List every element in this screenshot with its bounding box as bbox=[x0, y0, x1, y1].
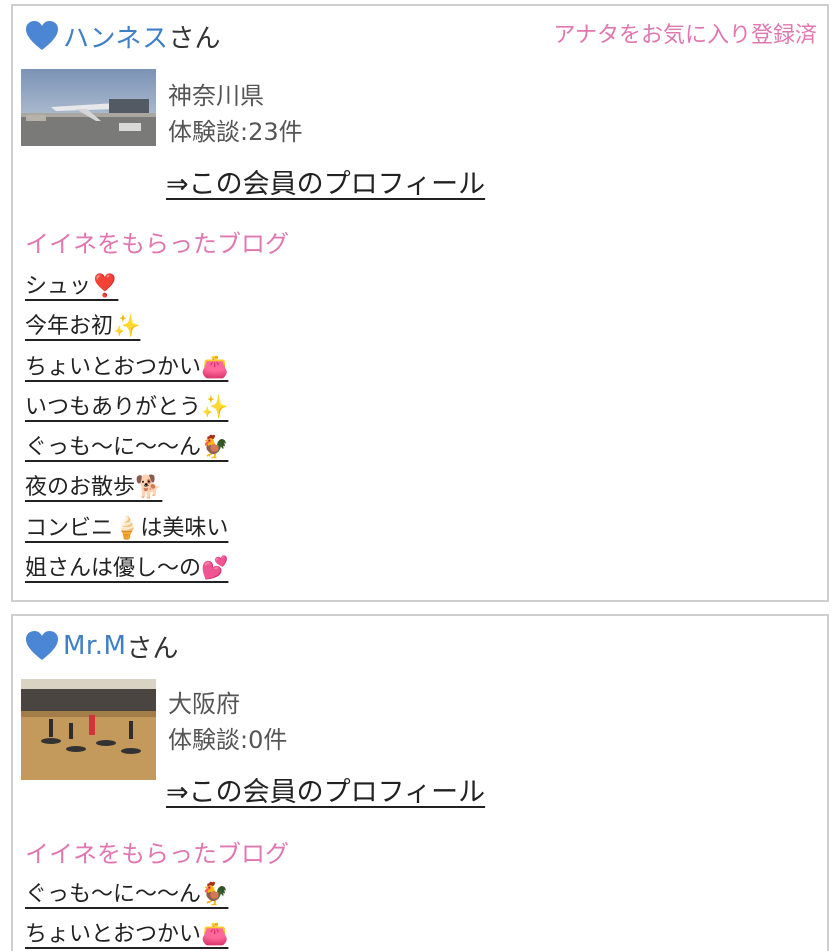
profile-link[interactable]: ⇒この会員のプロフィール bbox=[166, 162, 485, 201]
favorite-status: アナタをお気に入り登録済 bbox=[553, 23, 817, 48]
avatar[interactable] bbox=[21, 69, 156, 146]
member-name[interactable]: ハンネス bbox=[63, 18, 168, 55]
heart-icon bbox=[25, 630, 59, 662]
member-name-row: Mr.M さん bbox=[25, 626, 178, 666]
list-item: ぐっも〜に〜〜ん🐓 bbox=[25, 429, 228, 469]
blog-link[interactable]: いつもありがとう✨ bbox=[25, 395, 228, 420]
list-item: ぐっも〜に〜〜ん🐓 bbox=[25, 876, 228, 916]
list-item: 今年お初✨ bbox=[25, 308, 228, 348]
list-item: ちょいとおつかい👛 bbox=[25, 349, 228, 389]
experience-count: 体験談:0件 bbox=[168, 726, 288, 754]
member-name-row: ハンネス さん bbox=[25, 16, 221, 56]
blog-link[interactable]: コンビニ🍦は美味い bbox=[25, 516, 228, 541]
heart-icon bbox=[25, 20, 59, 52]
blog-list: ぐっも〜に〜〜ん🐓 ちょいとおつかい👛 bbox=[25, 876, 228, 951]
experience-count: 体験談:23件 bbox=[168, 118, 303, 146]
prefecture: 大阪府 bbox=[168, 690, 240, 718]
blog-link[interactable]: ちょいとおつかい👛 bbox=[25, 922, 228, 947]
honorific: さん bbox=[126, 633, 179, 664]
airplane-photo-icon bbox=[21, 69, 156, 146]
liked-blogs-title: イイネをもらったブログ bbox=[25, 840, 289, 868]
list-item: コンビニ🍦は美味い bbox=[25, 510, 228, 550]
member-card: ハンネス さん アナタをお気に入り登録済 神奈川県 体験談:23件 ⇒この会員の… bbox=[11, 4, 829, 602]
list-item: 姐さんは優し〜の💕 bbox=[25, 550, 228, 590]
blog-link[interactable]: ちょいとおつかい👛 bbox=[25, 355, 228, 380]
blog-link[interactable]: シュッ❣️ bbox=[25, 274, 118, 299]
prefecture: 神奈川県 bbox=[168, 82, 264, 110]
member-name[interactable]: Mr.M bbox=[63, 631, 126, 661]
blog-link[interactable]: ぐっも〜に〜〜ん🐓 bbox=[25, 882, 228, 907]
blog-link[interactable]: 夜のお散歩🐕 bbox=[25, 475, 162, 500]
blog-link[interactable]: 姐さんは優し〜の💕 bbox=[25, 556, 228, 581]
profile-link[interactable]: ⇒この会員のプロフィール bbox=[166, 770, 485, 809]
honorific: さん bbox=[168, 23, 221, 54]
liked-blogs-title: イイネをもらったブログ bbox=[25, 230, 289, 258]
list-item: いつもありがとう✨ bbox=[25, 389, 228, 429]
avatar[interactable] bbox=[21, 679, 156, 780]
blog-link[interactable]: ぐっも〜に〜〜ん🐓 bbox=[25, 435, 228, 460]
blog-link[interactable]: 今年お初✨ bbox=[25, 314, 140, 339]
blog-list: シュッ❣️ 今年お初✨ ちょいとおつかい👛 いつもありがとう✨ ぐっも〜に〜〜ん… bbox=[25, 268, 228, 590]
list-item: シュッ❣️ bbox=[25, 268, 228, 308]
member-card: Mr.M さん 大阪府 体験談:0件 ⇒この会員のプロフィール イイネをもらった… bbox=[11, 614, 829, 951]
gym-photo-icon bbox=[21, 679, 156, 780]
list-item: 夜のお散歩🐕 bbox=[25, 469, 228, 509]
list-item: ちょいとおつかい👛 bbox=[25, 916, 228, 951]
